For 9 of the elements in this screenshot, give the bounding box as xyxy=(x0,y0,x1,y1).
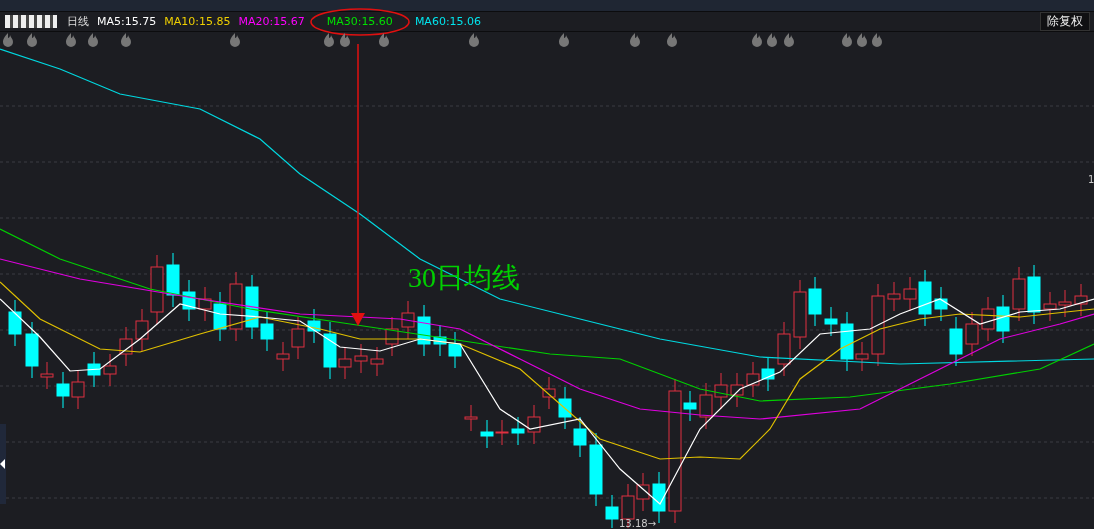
period-label: 日线 xyxy=(67,14,89,29)
low-price-label: 13.18→ xyxy=(619,518,656,528)
moving-average-label: MA5:15.75 xyxy=(97,15,157,28)
moving-average-label: MA30:15.60 xyxy=(326,15,393,28)
moving-average-label: MA60:15.06 xyxy=(414,15,482,28)
price-axis-label: 1 xyxy=(1088,174,1094,185)
adjust-button[interactable]: 除复权 xyxy=(1040,12,1090,31)
moving-average-label: MA20:15.67 xyxy=(238,15,305,28)
moving-average-label: MA10:15.85 xyxy=(164,15,231,28)
